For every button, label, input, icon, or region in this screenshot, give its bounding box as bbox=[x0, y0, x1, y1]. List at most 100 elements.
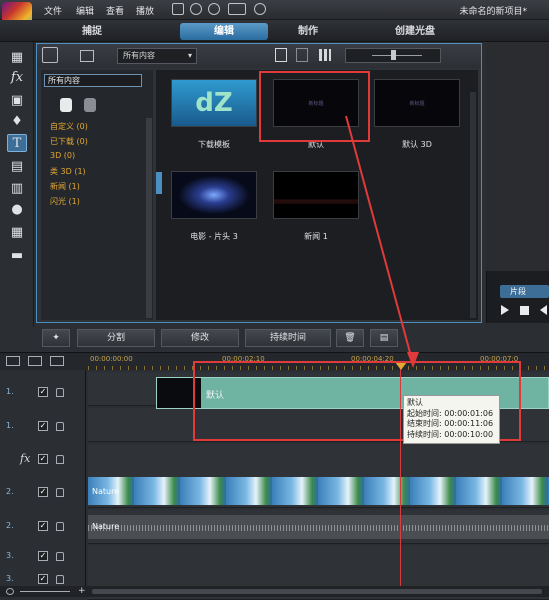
track-enable-checkbox[interactable]: ✓ bbox=[38, 487, 48, 497]
subtitle-room-icon[interactable]: ▬ bbox=[7, 246, 27, 264]
edit-template-icon[interactable] bbox=[296, 48, 308, 62]
stop-icon[interactable] bbox=[520, 306, 529, 315]
voice-record-icon[interactable]: ● bbox=[7, 200, 27, 218]
storyboard-view-icon[interactable] bbox=[28, 356, 42, 366]
track-enable-checkbox[interactable]: ✓ bbox=[38, 387, 48, 397]
zoom-out-icon[interactable] bbox=[6, 588, 14, 595]
track-label-video-1: 1. bbox=[6, 387, 14, 396]
settings-gear-icon[interactable] bbox=[254, 3, 266, 15]
tree-item-like-3d[interactable]: 类 3D (1) bbox=[50, 166, 86, 177]
project-title: 未命名的新项目* bbox=[459, 7, 527, 17]
timeline-scrollbar[interactable] bbox=[92, 589, 542, 594]
menu-edit[interactable]: 编辑 bbox=[76, 4, 94, 17]
timeline-view-icon[interactable] bbox=[6, 356, 20, 366]
tooltip-start: 起始时间: 00:00:01:06 bbox=[407, 408, 494, 418]
audio-mix-icon[interactable]: ▥ bbox=[7, 179, 27, 197]
play-icon[interactable] bbox=[501, 305, 509, 315]
more-tools-icon[interactable]: ▤ bbox=[370, 329, 398, 347]
menu-view[interactable]: 查看 bbox=[106, 4, 124, 17]
track-lock-icon[interactable] bbox=[56, 388, 64, 397]
previous-frame-icon[interactable] bbox=[540, 305, 547, 315]
category-select[interactable]: 所有内容 bbox=[117, 48, 197, 64]
track-lock-icon[interactable] bbox=[56, 422, 64, 431]
tree-item-flash[interactable]: 闪光 (1) bbox=[50, 196, 80, 207]
track-lock-icon[interactable] bbox=[56, 488, 64, 497]
track-label-video-3: 3. bbox=[6, 551, 14, 560]
audio-clip-label: Nature bbox=[92, 522, 120, 531]
clip-tooltip: 默认 起始时间: 00:00:01:06 结束时间: 00:00:11:06 持… bbox=[403, 395, 500, 444]
tab-create-disc[interactable]: 创建光盘 bbox=[380, 23, 450, 40]
gallery-collapse-tab[interactable] bbox=[156, 172, 162, 194]
tree-item-3d[interactable]: 3D (0) bbox=[50, 151, 75, 160]
ruler-tick-label: 00:00:00:00 bbox=[90, 355, 133, 363]
track-label-video-4: 3. bbox=[6, 574, 14, 583]
tree-item-news[interactable]: 新闻 (1) bbox=[50, 181, 80, 192]
tab-produce[interactable]: 制作 bbox=[278, 23, 338, 40]
thumb-news-1[interactable] bbox=[273, 171, 359, 219]
track-enable-checkbox[interactable]: ✓ bbox=[38, 454, 48, 464]
track-lock-icon[interactable] bbox=[56, 552, 64, 561]
chapter-room-icon[interactable]: ▦ bbox=[7, 223, 27, 241]
grid-view-icon[interactable] bbox=[319, 49, 331, 61]
particle-room-icon[interactable]: ♦ bbox=[7, 112, 27, 130]
new-title-icon[interactable] bbox=[275, 48, 287, 62]
gallery-scrollbar[interactable] bbox=[470, 92, 476, 318]
track-enable-checkbox[interactable]: ✓ bbox=[38, 574, 48, 584]
library-tree-panel bbox=[41, 70, 153, 320]
tab-edit[interactable]: 编辑 bbox=[180, 23, 268, 40]
tab-capture[interactable]: 捕捉 bbox=[62, 23, 122, 40]
delete-icon[interactable]: 🗑 bbox=[336, 329, 364, 347]
library-menu-icon[interactable] bbox=[80, 50, 94, 62]
menu-play[interactable]: 播放 bbox=[136, 4, 154, 17]
annotation-box-thumb bbox=[259, 71, 370, 142]
split-button[interactable]: 分割 bbox=[77, 329, 155, 347]
thumb-label: 默认 3D bbox=[402, 140, 432, 149]
slider-thumb[interactable] bbox=[391, 50, 396, 60]
menu-file[interactable]: 文件 bbox=[44, 4, 62, 17]
track-headers bbox=[0, 370, 86, 597]
thumb-default-3d[interactable]: 新标题 bbox=[374, 79, 460, 127]
thumb-download-templates[interactable]: dZ bbox=[171, 79, 257, 127]
video-clip-label: Nature bbox=[92, 487, 120, 496]
track-enable-checkbox[interactable]: ✓ bbox=[38, 421, 48, 431]
pip-room-icon[interactable]: ▣ bbox=[7, 91, 27, 109]
add-category-icon[interactable] bbox=[60, 98, 72, 112]
redo-icon[interactable] bbox=[208, 3, 220, 15]
zoom-slider[interactable] bbox=[20, 591, 70, 592]
track-manager-icon[interactable] bbox=[50, 356, 64, 366]
track-label-audio-1: 1. bbox=[6, 421, 14, 430]
remove-category-icon[interactable] bbox=[84, 98, 96, 112]
slider-track bbox=[372, 55, 422, 56]
display-mode-icon[interactable] bbox=[228, 3, 246, 15]
track-row-fx bbox=[88, 444, 549, 478]
track-enable-checkbox[interactable]: ✓ bbox=[38, 551, 48, 561]
tree-item-downloaded[interactable]: 已下载 (0) bbox=[50, 136, 88, 147]
tree-header[interactable]: 所有内容 bbox=[44, 74, 142, 87]
track-lock-icon[interactable] bbox=[56, 522, 64, 531]
track-lock-icon[interactable] bbox=[56, 575, 64, 584]
video-clip-nature[interactable] bbox=[88, 477, 549, 505]
tree-item-custom[interactable]: 自定义 (0) bbox=[50, 121, 88, 132]
thumb-label: 新闻 1 bbox=[304, 232, 328, 241]
thumb-movie-intro-3[interactable] bbox=[171, 171, 257, 219]
import-media-icon[interactable] bbox=[42, 47, 58, 63]
duration-button[interactable]: 持续时间 bbox=[245, 329, 331, 347]
track-lock-icon[interactable] bbox=[56, 455, 64, 464]
zoom-in-icon[interactable]: + bbox=[78, 586, 86, 596]
fx-track-icon: fx bbox=[20, 452, 31, 465]
audio-waveform bbox=[88, 525, 549, 531]
undo-icon[interactable] bbox=[190, 3, 202, 15]
transition-room-icon[interactable]: ▤ bbox=[7, 157, 27, 175]
tooltip-duration: 持续时间: 00:00:10:00 bbox=[407, 429, 494, 439]
modify-button[interactable]: 修改 bbox=[161, 329, 239, 347]
tree-scrollbar[interactable] bbox=[146, 118, 152, 318]
segment-tab[interactable]: 片段 bbox=[500, 285, 549, 298]
track-enable-checkbox[interactable]: ✓ bbox=[38, 521, 48, 531]
save-icon[interactable] bbox=[172, 3, 184, 15]
thumb-label: 电影 - 片头 3 bbox=[190, 232, 238, 241]
media-room-icon[interactable]: ▦ bbox=[7, 48, 27, 66]
magic-tools-icon[interactable]: ✦ bbox=[42, 329, 70, 347]
track-label-audio-2: 2. bbox=[6, 521, 14, 530]
title-room-icon[interactable]: T bbox=[7, 134, 27, 152]
fx-room-icon[interactable]: fx bbox=[7, 68, 27, 86]
